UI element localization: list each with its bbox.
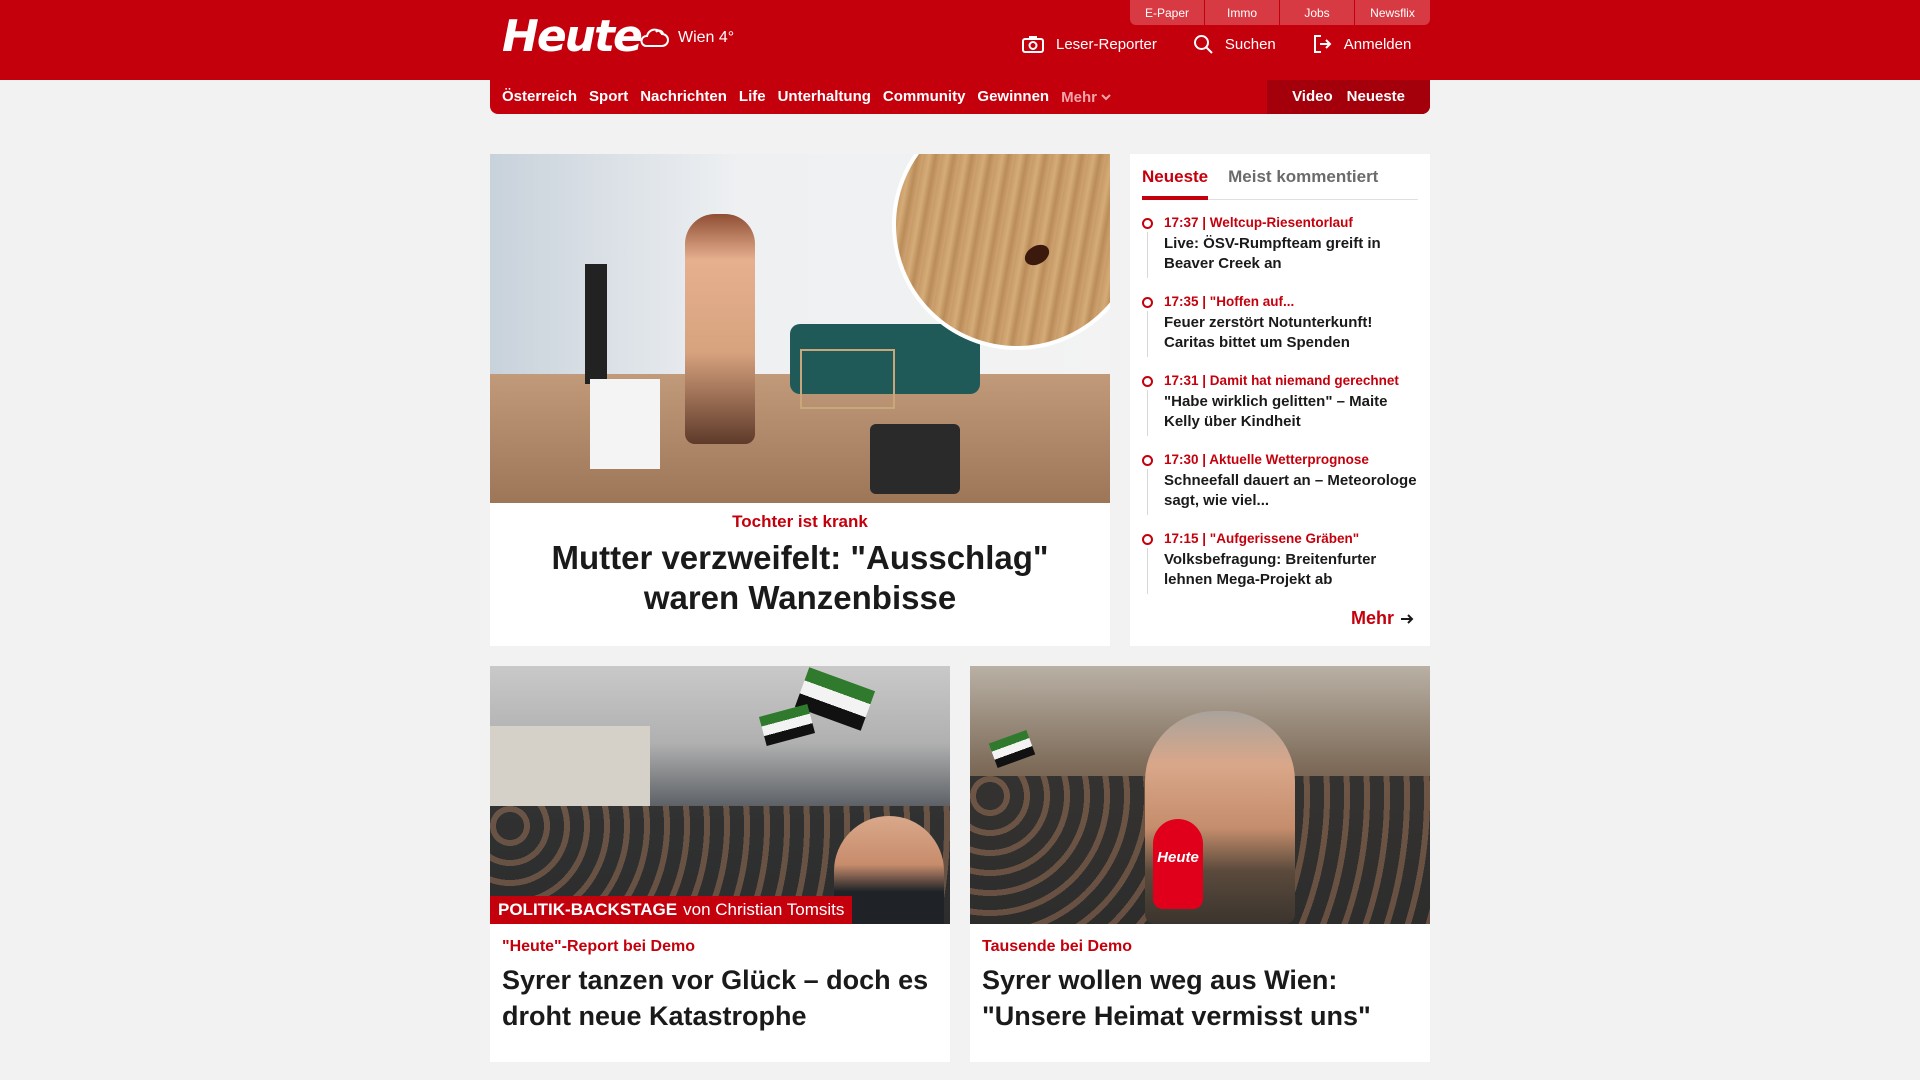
util-tab-newsflix[interactable]: Newsflix [1355, 0, 1430, 25]
cloud-icon [640, 28, 669, 47]
login-button[interactable]: Anmelden [1312, 34, 1412, 54]
timeline-meta: 17:37 | Weltcup-Riesentorlauf [1164, 215, 1353, 230]
image-person [685, 214, 755, 444]
search-button[interactable]: Suchen [1193, 34, 1276, 54]
image-bedbug [1021, 240, 1053, 270]
reporter-label: Leser-Reporter [1056, 35, 1157, 53]
ribbon-bold: POLITIK-BACKSTAGE [498, 900, 678, 919]
timeline-dot [1142, 455, 1153, 466]
util-tab-epaper[interactable]: E-Paper [1130, 0, 1205, 25]
hero-image[interactable] [490, 154, 1110, 503]
main-nav: Österreich Sport Nachrichten Life Unterh… [490, 80, 1430, 114]
image-microphone: Heute [1153, 819, 1203, 909]
utility-tabs: E-Paper Immo Jobs Newsflix [1130, 0, 1430, 25]
nav-more-dropdown[interactable]: Mehr [1055, 89, 1117, 106]
reporter-link[interactable]: Leser-Reporter [1022, 35, 1157, 53]
timeline-item[interactable]: 17:31 | Damit hat niemand gerechnet "Hab… [1142, 372, 1422, 451]
timeline-dot [1142, 376, 1153, 387]
site-logo[interactable]: Heute [502, 12, 643, 62]
nav-item-nachrichten[interactable]: Nachrichten [634, 80, 733, 114]
util-tab-jobs[interactable]: Jobs [1280, 0, 1355, 25]
tab-meist-kommentiert[interactable]: Meist kommentiert [1228, 164, 1378, 200]
latest-sidebar: Neueste Meist kommentiert 17:37 | Weltcu… [1130, 154, 1430, 646]
ribbon-author: von Christian Tomsits [683, 900, 845, 919]
site-header: E-Paper Immo Jobs Newsflix Heute Wien 4°… [0, 0, 1920, 80]
image-chair [870, 424, 960, 494]
timeline-line [1147, 469, 1148, 515]
search-icon [1193, 35, 1213, 54]
timeline-meta: 17:31 | Damit hat niemand gerechnet [1164, 373, 1399, 388]
timeline-line [1147, 311, 1148, 357]
login-label: Anmelden [1343, 35, 1412, 53]
weather-widget[interactable]: Wien 4° [638, 26, 734, 50]
article-card[interactable]: Heute Tausende bei Demo Syrer wollen weg… [970, 666, 1430, 1062]
timeline-dot [1142, 534, 1153, 545]
image-building [490, 726, 650, 806]
column-ribbon: POLITIK-BACKSTAGE von Christian Tomsits [490, 896, 853, 924]
hero-kicker: Tochter ist krank [732, 512, 868, 531]
nav-item-video[interactable]: Video [1285, 80, 1340, 114]
util-tab-immo[interactable]: Immo [1205, 0, 1280, 25]
timeline-title[interactable]: Live: ÖSV-Rumpfteam greift in Beaver Cre… [1164, 234, 1422, 274]
timeline-title[interactable]: Volksbefragung: Breitenfurter lehnen Meg… [1164, 550, 1422, 590]
sidebar-tabs: Neueste Meist kommentiert [1142, 164, 1418, 200]
timeline-title[interactable]: "Habe wirklich gelitten" – Maite Kelly ü… [1164, 392, 1422, 432]
search-label: Suchen [1224, 35, 1276, 53]
card-kicker: "Heute"-Report bei Demo [502, 938, 695, 955]
card-title[interactable]: Syrer wollen weg aus Wien: "Unsere Heima… [982, 962, 1422, 1034]
chevron-down-icon [1101, 94, 1111, 101]
card-image[interactable]: Heute [970, 666, 1430, 924]
timeline-dot [1142, 218, 1153, 229]
timeline-item[interactable]: 17:15 | "Aufgerissene Gräben" Volksbefra… [1142, 530, 1422, 609]
timeline-meta: 17:15 | "Aufgerissene Gräben" [1164, 531, 1360, 546]
nav-item-life[interactable]: Life [733, 80, 772, 114]
hero-article[interactable]: Tochter ist krank Mutter verzweifelt: "A… [490, 154, 1110, 646]
nav-right-group: Video Neueste [1267, 80, 1430, 114]
tab-neueste[interactable]: Neueste [1142, 164, 1209, 200]
card-kicker: Tausende bei Demo [982, 938, 1132, 955]
image-flag [988, 729, 1036, 769]
timeline-meta: 17:30 | Aktuelle Wetterprognose [1164, 452, 1369, 467]
image-flag [758, 704, 816, 746]
timeline-title[interactable]: Feuer zerstört Notunterkunft! Caritas bi… [1164, 313, 1422, 353]
timeline-item[interactable]: 17:35 | "Hoffen auf... Feuer zerstört No… [1142, 293, 1422, 372]
nav-item-sport[interactable]: Sport [583, 80, 634, 114]
timeline-meta: 17:35 | "Hoffen auf... [1164, 294, 1295, 309]
image-tv-stand [590, 379, 660, 469]
login-icon [1313, 35, 1332, 53]
card-title[interactable]: Syrer tanzen vor Glück – doch es droht n… [502, 962, 942, 1034]
timeline-title[interactable]: Schneefall dauert an – Meteorologe sagt,… [1164, 471, 1422, 511]
nav-more-label: Mehr [1061, 88, 1097, 106]
camera-icon [1022, 36, 1044, 53]
nav-item-neueste[interactable]: Neueste [1340, 80, 1412, 114]
sidebar-more-link[interactable]: Mehr [1351, 608, 1414, 629]
arrow-right-icon [1401, 613, 1414, 624]
image-table [800, 349, 895, 409]
timeline-item[interactable]: 17:37 | Weltcup-Riesentorlauf Live: ÖSV-… [1142, 214, 1422, 293]
timeline-dot [1142, 297, 1153, 308]
nav-item-oesterreich[interactable]: Österreich [490, 80, 583, 114]
nav-item-gewinnen[interactable]: Gewinnen [971, 80, 1055, 114]
timeline-item[interactable]: 17:30 | Aktuelle Wetterprognose Schneefa… [1142, 451, 1422, 530]
timeline-line [1147, 548, 1148, 594]
header-actions: Leser-Reporter Suchen Anmelden [1022, 34, 1411, 54]
nav-item-unterhaltung[interactable]: Unterhaltung [772, 80, 877, 114]
sidebar-more-label: Mehr [1350, 608, 1394, 628]
nav-item-community[interactable]: Community [877, 80, 972, 114]
timeline-line [1147, 232, 1148, 278]
card-image[interactable]: POLITIK-BACKSTAGE von Christian Tomsits [490, 666, 950, 924]
article-card[interactable]: POLITIK-BACKSTAGE von Christian Tomsits … [490, 666, 950, 1062]
image-tv [585, 264, 607, 384]
weather-text: Wien 4° [678, 29, 735, 46]
timeline: 17:37 | Weltcup-Riesentorlauf Live: ÖSV-… [1142, 214, 1422, 609]
hero-title[interactable]: Mutter verzweifelt: "Ausschlag" waren Wa… [490, 538, 1110, 618]
timeline-line [1147, 390, 1148, 436]
